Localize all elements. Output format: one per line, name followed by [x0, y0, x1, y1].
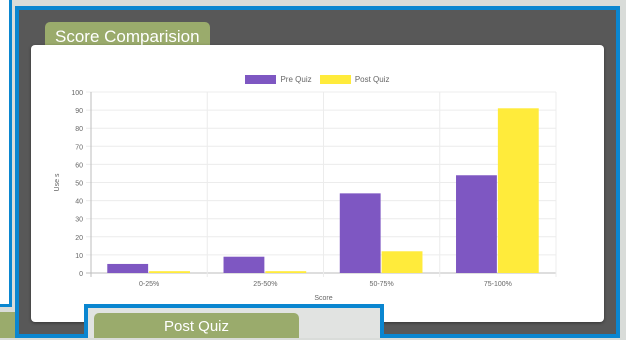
x-tick-label: 50-75% [370, 281, 394, 288]
x-tick-label: 25-50% [253, 281, 277, 288]
y-axis-title: Use s [54, 173, 61, 191]
y-tick-label: 70 [75, 144, 83, 151]
y-tick-label: 30 [75, 217, 83, 224]
chart-card: Pre Quiz Post Quiz 0 10 20 30 40 50 60 70 80 90 10… [31, 45, 604, 322]
score-comparison-panel: Score Comparision Pre Quiz Post Quiz 0 10… [15, 6, 620, 338]
y-tick-label: 0 [79, 271, 83, 278]
y-tick-label: 50 [75, 181, 83, 188]
bar-post-quiz-1 [265, 271, 307, 273]
left-panel-edge [0, 0, 12, 307]
bar-post-quiz-0 [149, 271, 190, 273]
x-axis-title: Score [314, 295, 332, 302]
bar-post-quiz-2 [381, 251, 423, 273]
y-tick-label: 90 [75, 108, 83, 115]
bar-pre-quiz-2 [339, 193, 381, 273]
bar-pre-quiz-3 [456, 175, 497, 273]
bar-chart: 0 10 20 30 40 50 60 70 80 90 100 0-25% 25-50% 50-75% 7… [54, 90, 557, 302]
post-quiz-window: Post Quiz [84, 304, 384, 338]
post-quiz-tab[interactable]: Post Quiz [94, 313, 299, 338]
bar-pre-quiz-1 [223, 256, 265, 273]
y-tick-label: 10 [75, 253, 83, 260]
x-tick-label: 75-100% [484, 281, 512, 288]
y-tick-label: 40 [75, 199, 83, 206]
y-tick-label: 80 [75, 126, 83, 133]
bar-pre-quiz-0 [107, 263, 149, 273]
y-tick-label: 20 [75, 235, 83, 242]
y-tick-label: 60 [75, 162, 83, 169]
x-tick-label: 0-25% [139, 281, 159, 288]
bar-post-quiz-3 [497, 108, 539, 273]
y-tick-label: 100 [71, 90, 83, 97]
